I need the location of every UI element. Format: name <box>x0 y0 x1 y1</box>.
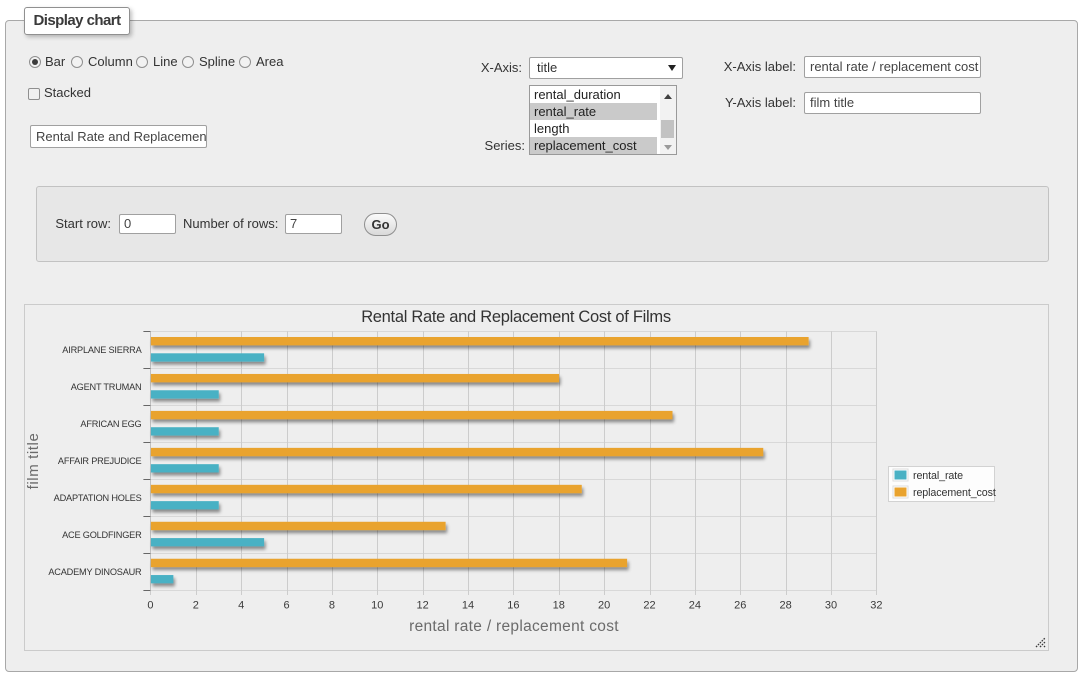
svg-text:8: 8 <box>329 600 335 612</box>
svg-text:film title: film title <box>25 433 42 490</box>
svg-text:AFRICAN EGG: AFRICAN EGG <box>80 419 141 429</box>
svg-text:14: 14 <box>462 600 474 612</box>
svg-text:ACADEMY DINOSAUR: ACADEMY DINOSAUR <box>48 567 142 577</box>
svg-text:12: 12 <box>417 600 429 612</box>
svg-text:AIRPLANE SIERRA: AIRPLANE SIERRA <box>62 345 142 355</box>
svg-text:6: 6 <box>283 600 289 612</box>
svg-text:0: 0 <box>147 600 153 612</box>
svg-text:2: 2 <box>193 600 199 612</box>
svg-text:28: 28 <box>780 600 792 612</box>
svg-text:30: 30 <box>825 600 837 612</box>
svg-text:16: 16 <box>507 600 519 612</box>
svg-text:AFFAIR PREJUDICE: AFFAIR PREJUDICE <box>58 456 142 466</box>
svg-text:ADAPTATION HOLES: ADAPTATION HOLES <box>54 493 142 503</box>
svg-text:10: 10 <box>371 600 383 612</box>
svg-text:24: 24 <box>689 600 701 612</box>
svg-text:22: 22 <box>643 600 655 612</box>
svg-text:Rental Rate and Replacement Co: Rental Rate and Replacement Cost of Film… <box>361 308 671 326</box>
svg-text:20: 20 <box>598 600 610 612</box>
svg-text:4: 4 <box>238 600 244 612</box>
svg-text:32: 32 <box>870 600 882 612</box>
svg-text:AGENT TRUMAN: AGENT TRUMAN <box>71 382 142 392</box>
svg-text:26: 26 <box>734 600 746 612</box>
svg-text:replacement_cost: replacement_cost <box>913 487 996 499</box>
svg-text:ACE GOLDFINGER: ACE GOLDFINGER <box>62 530 142 540</box>
svg-text:rental rate / replacement cost: rental rate / replacement cost <box>409 618 619 635</box>
svg-text:rental_rate: rental_rate <box>913 470 963 482</box>
svg-text:18: 18 <box>553 600 565 612</box>
